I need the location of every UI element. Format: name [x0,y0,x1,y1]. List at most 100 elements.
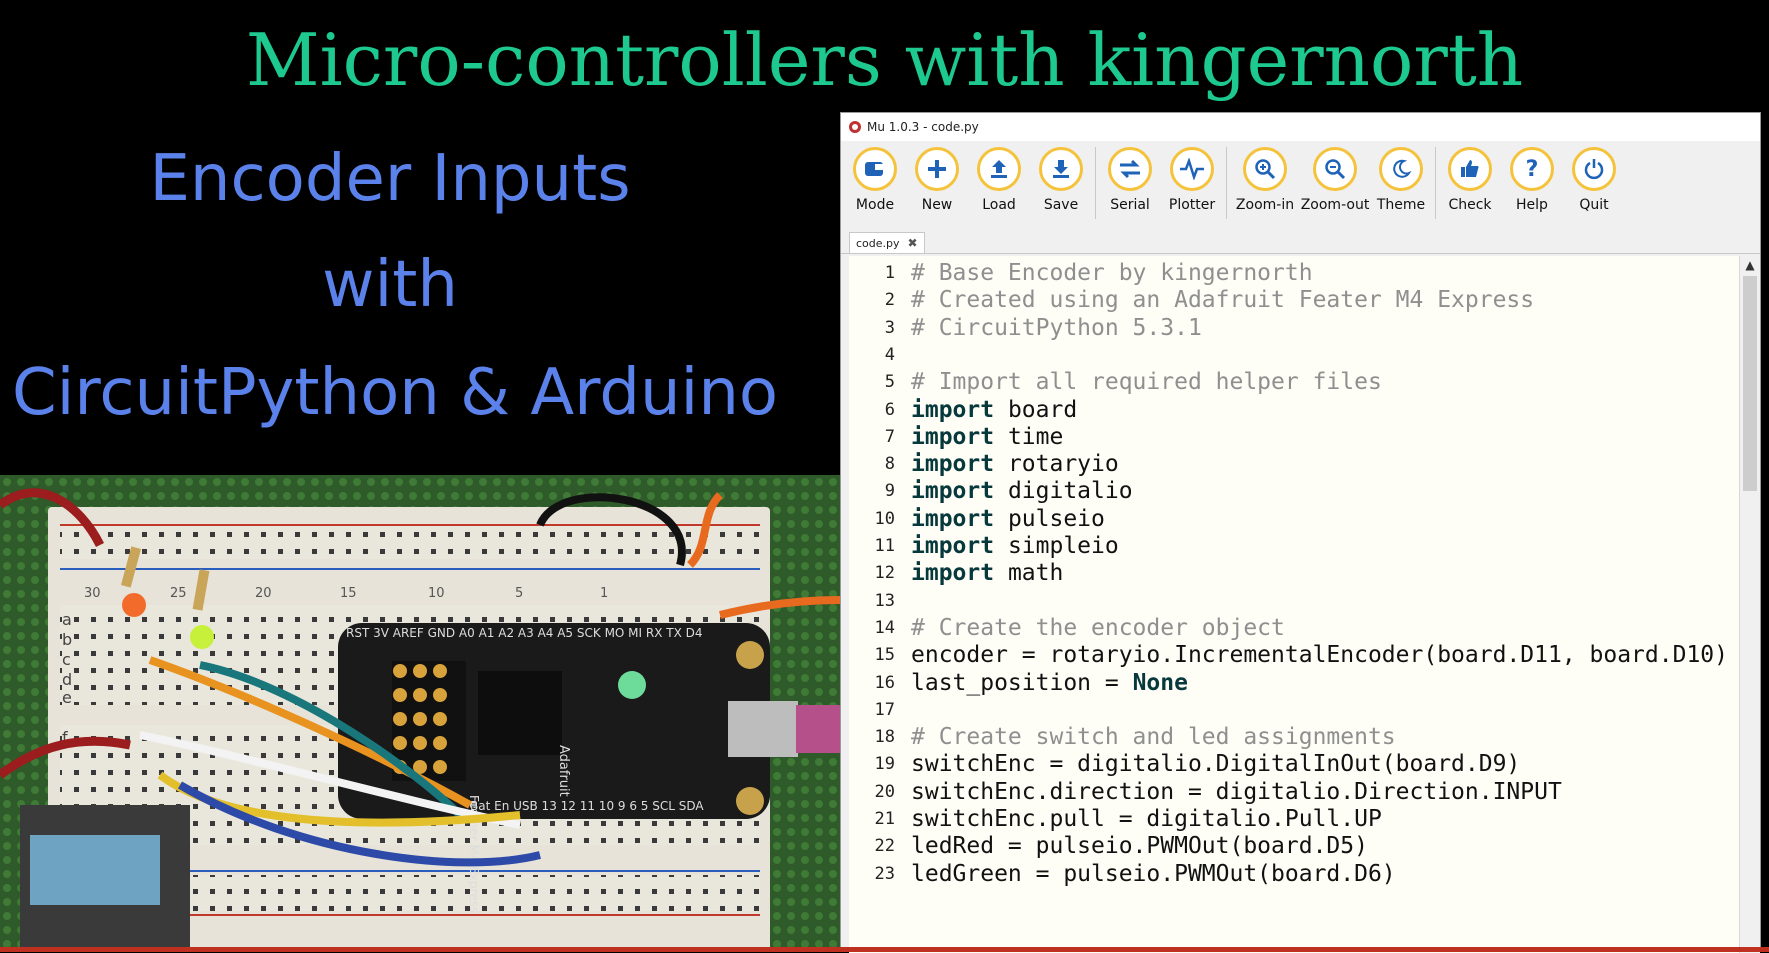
row-letter-c: c [62,650,71,669]
plotter-label: Plotter [1168,197,1216,213]
editor-tabbar: code.py ✖ [841,231,1760,254]
keyword: import [911,396,995,423]
keyword: import [911,560,995,587]
code-comment: # Base Encoder by kingernorth [911,260,1313,286]
code-rest: digitalio [994,478,1133,505]
code-rest: simpleio [994,533,1119,559]
mode-label: Mode [855,197,895,213]
green-led-icon [190,625,214,649]
new-button[interactable]: New [909,147,965,213]
code-text: ledGreen = pulseio.PWMOut(board.D6) [911,859,1396,890]
thumbs-up-icon [1448,147,1492,191]
download-icon [1039,147,1083,191]
zoom-in-label: Zoom-in [1235,197,1295,213]
editor-scrollbar[interactable]: ▲ [1739,256,1760,953]
pulse-icon [1170,147,1214,191]
breadboard-number-1: 1 [600,586,608,601]
brand-text: Adafruit [556,745,571,797]
mu-editor-window: Mu 1.0.3 - code.py Mode New Load Save Se… [840,112,1761,953]
code-statement: switchEnc = digitalio.DigitalInOut(board… [911,751,1521,778]
code-statement: switchEnc.pull = digitalio.Pull.UP [911,806,1382,832]
code-comment: # Create switch and led assignments [911,724,1396,751]
save-label: Save [1043,197,1079,213]
mode-button[interactable]: Mode [847,147,903,213]
zoom-in-icon [1243,147,1287,191]
row-letter-a: a [62,610,72,629]
tab-code-py[interactable]: code.py ✖ [849,232,925,253]
keyword: import [911,533,995,559]
window-titlebar: Mu 1.0.3 - code.py [841,113,1760,141]
check-label: Check [1448,197,1492,213]
upload-icon [977,147,1021,191]
serial-button[interactable]: Serial [1102,147,1158,213]
zoom-out-button[interactable]: Zoom-out [1300,147,1370,213]
power-icon [1572,147,1616,191]
code-rest: time [994,423,1064,450]
moon-icon [1379,147,1423,191]
toolbar-separator [1095,147,1096,219]
row-letter-b: b [62,630,72,649]
help-button[interactable]: ? Help [1504,147,1560,213]
plotter-button[interactable]: Plotter [1164,147,1220,213]
breadboard-photo: 30 25 20 15 10 5 1 a b c d e f RST 3V AR… [0,475,840,952]
close-icon[interactable]: ✖ [908,236,918,250]
toolbar: Mode New Load Save Serial Plotter Zoom-i… [841,141,1760,231]
zoom-out-label: Zoom-out [1300,197,1370,213]
subtitle-line-2: with [322,248,458,322]
tab-label: code.py [856,236,900,250]
toolbar-separator [1435,147,1436,219]
quit-button[interactable]: Quit [1566,147,1622,213]
keyword: import [911,451,995,478]
scroll-thumb[interactable] [1743,276,1757,491]
code-rest: math [994,560,1064,587]
pin-labels-top: RST 3V AREF GND A0 A1 A2 A3 A4 A5 SCK MO… [346,626,703,640]
mu-app-icon [849,121,861,133]
check-button[interactable]: Check [1442,147,1498,213]
keyword: import [911,478,995,505]
main-title: Micro-controllers with kingernorth [245,18,1524,102]
toolbar-separator [1226,147,1227,219]
code-comment: # Created using an Adafruit Feater M4 Ex… [911,287,1535,314]
mode-icon [853,147,897,191]
load-button[interactable]: Load [971,147,1027,213]
help-label: Help [1516,197,1548,213]
code-statement: ledRed = pulseio.PWMOut(board.D5) [911,833,1368,860]
breadboard-number-30: 30 [84,586,101,601]
zoom-in-button[interactable]: Zoom-in [1233,147,1297,213]
code-comment: # Create the encoder object [911,614,1285,641]
line-number: 23 [874,863,895,884]
load-label: Load [982,197,1016,213]
arrows-icon [1108,147,1152,191]
new-label: New [921,197,953,213]
serial-label: Serial [1110,197,1150,213]
breadboard-number-10: 10 [428,586,445,601]
code-rest: last_position = [911,669,1133,696]
code-rest: rotaryio [994,451,1119,478]
window-title: Mu 1.0.3 - code.py [867,120,979,134]
keyword: import [911,505,995,532]
save-button[interactable]: Save [1033,147,1089,213]
breadboard-number-25: 25 [170,586,187,601]
pin-labels-bottom: Bat En USB 13 12 11 10 9 6 5 SCL SDA [470,799,704,813]
breadboard-number-5: 5 [515,586,523,601]
code-comment: # Import all required helper files [911,369,1382,396]
code-line: 23 ledGreen = pulseio.PWMOut(board.D6) [849,859,1739,890]
breadboard-illustration: 30 25 20 15 10 5 1 a b c d e f RST 3V AR… [0,475,840,952]
code-editor[interactable]: 1 # Base Encoder by kingernorth 2 # Created… [849,256,1739,953]
breadboard-number-20: 20 [255,586,272,601]
row-letter-e: e [62,688,72,707]
constant: None [1132,669,1188,696]
theme-label: Theme [1376,197,1426,213]
scroll-up-arrow-icon[interactable]: ▲ [1740,256,1760,274]
breadboard-number-15: 15 [340,586,357,601]
theme-button[interactable]: Theme [1373,147,1429,213]
zoom-out-icon [1313,147,1357,191]
code-statement: switchEnc.direction = digitalio.Directio… [911,778,1562,805]
code-statement: encoder = rotaryio.IncrementalEncoder(bo… [911,642,1728,669]
red-led-icon [122,593,146,617]
code-rest: pulseio [994,505,1105,532]
quit-label: Quit [1579,197,1609,213]
code-comment: # CircuitPython 5.3.1 [911,314,1202,341]
plus-icon [915,147,959,191]
code-rest: board [994,396,1078,423]
